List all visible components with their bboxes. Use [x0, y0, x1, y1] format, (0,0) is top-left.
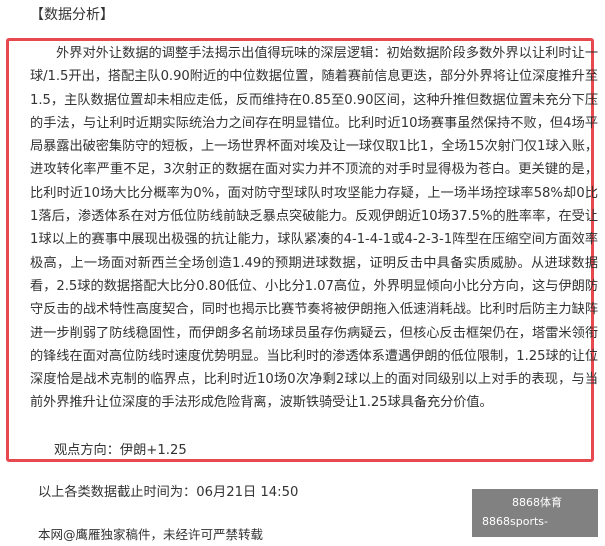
viewpoint-direction: 观点方向：伊朗+1.25	[54, 443, 187, 458]
watermark-brand: 8868体育	[512, 496, 562, 509]
data-cutoff-time: 以上各类数据截止时间为：06月21日 14:50	[38, 485, 299, 500]
copyright-notice: 本网@鹰雁独家稿件，未经许可严禁转载	[38, 527, 264, 542]
watermark-url: 8868sports-apps.com	[482, 515, 548, 546]
section-title: 【数据分析】	[30, 7, 114, 23]
site-watermark: 8868体育 8868sports-apps.com	[472, 489, 598, 546]
analysis-paragraph: 外界对外让数据的调整手法揭示出值得玩味的深层逻辑：初始数据阶段多数外界以让利时让…	[30, 46, 598, 411]
